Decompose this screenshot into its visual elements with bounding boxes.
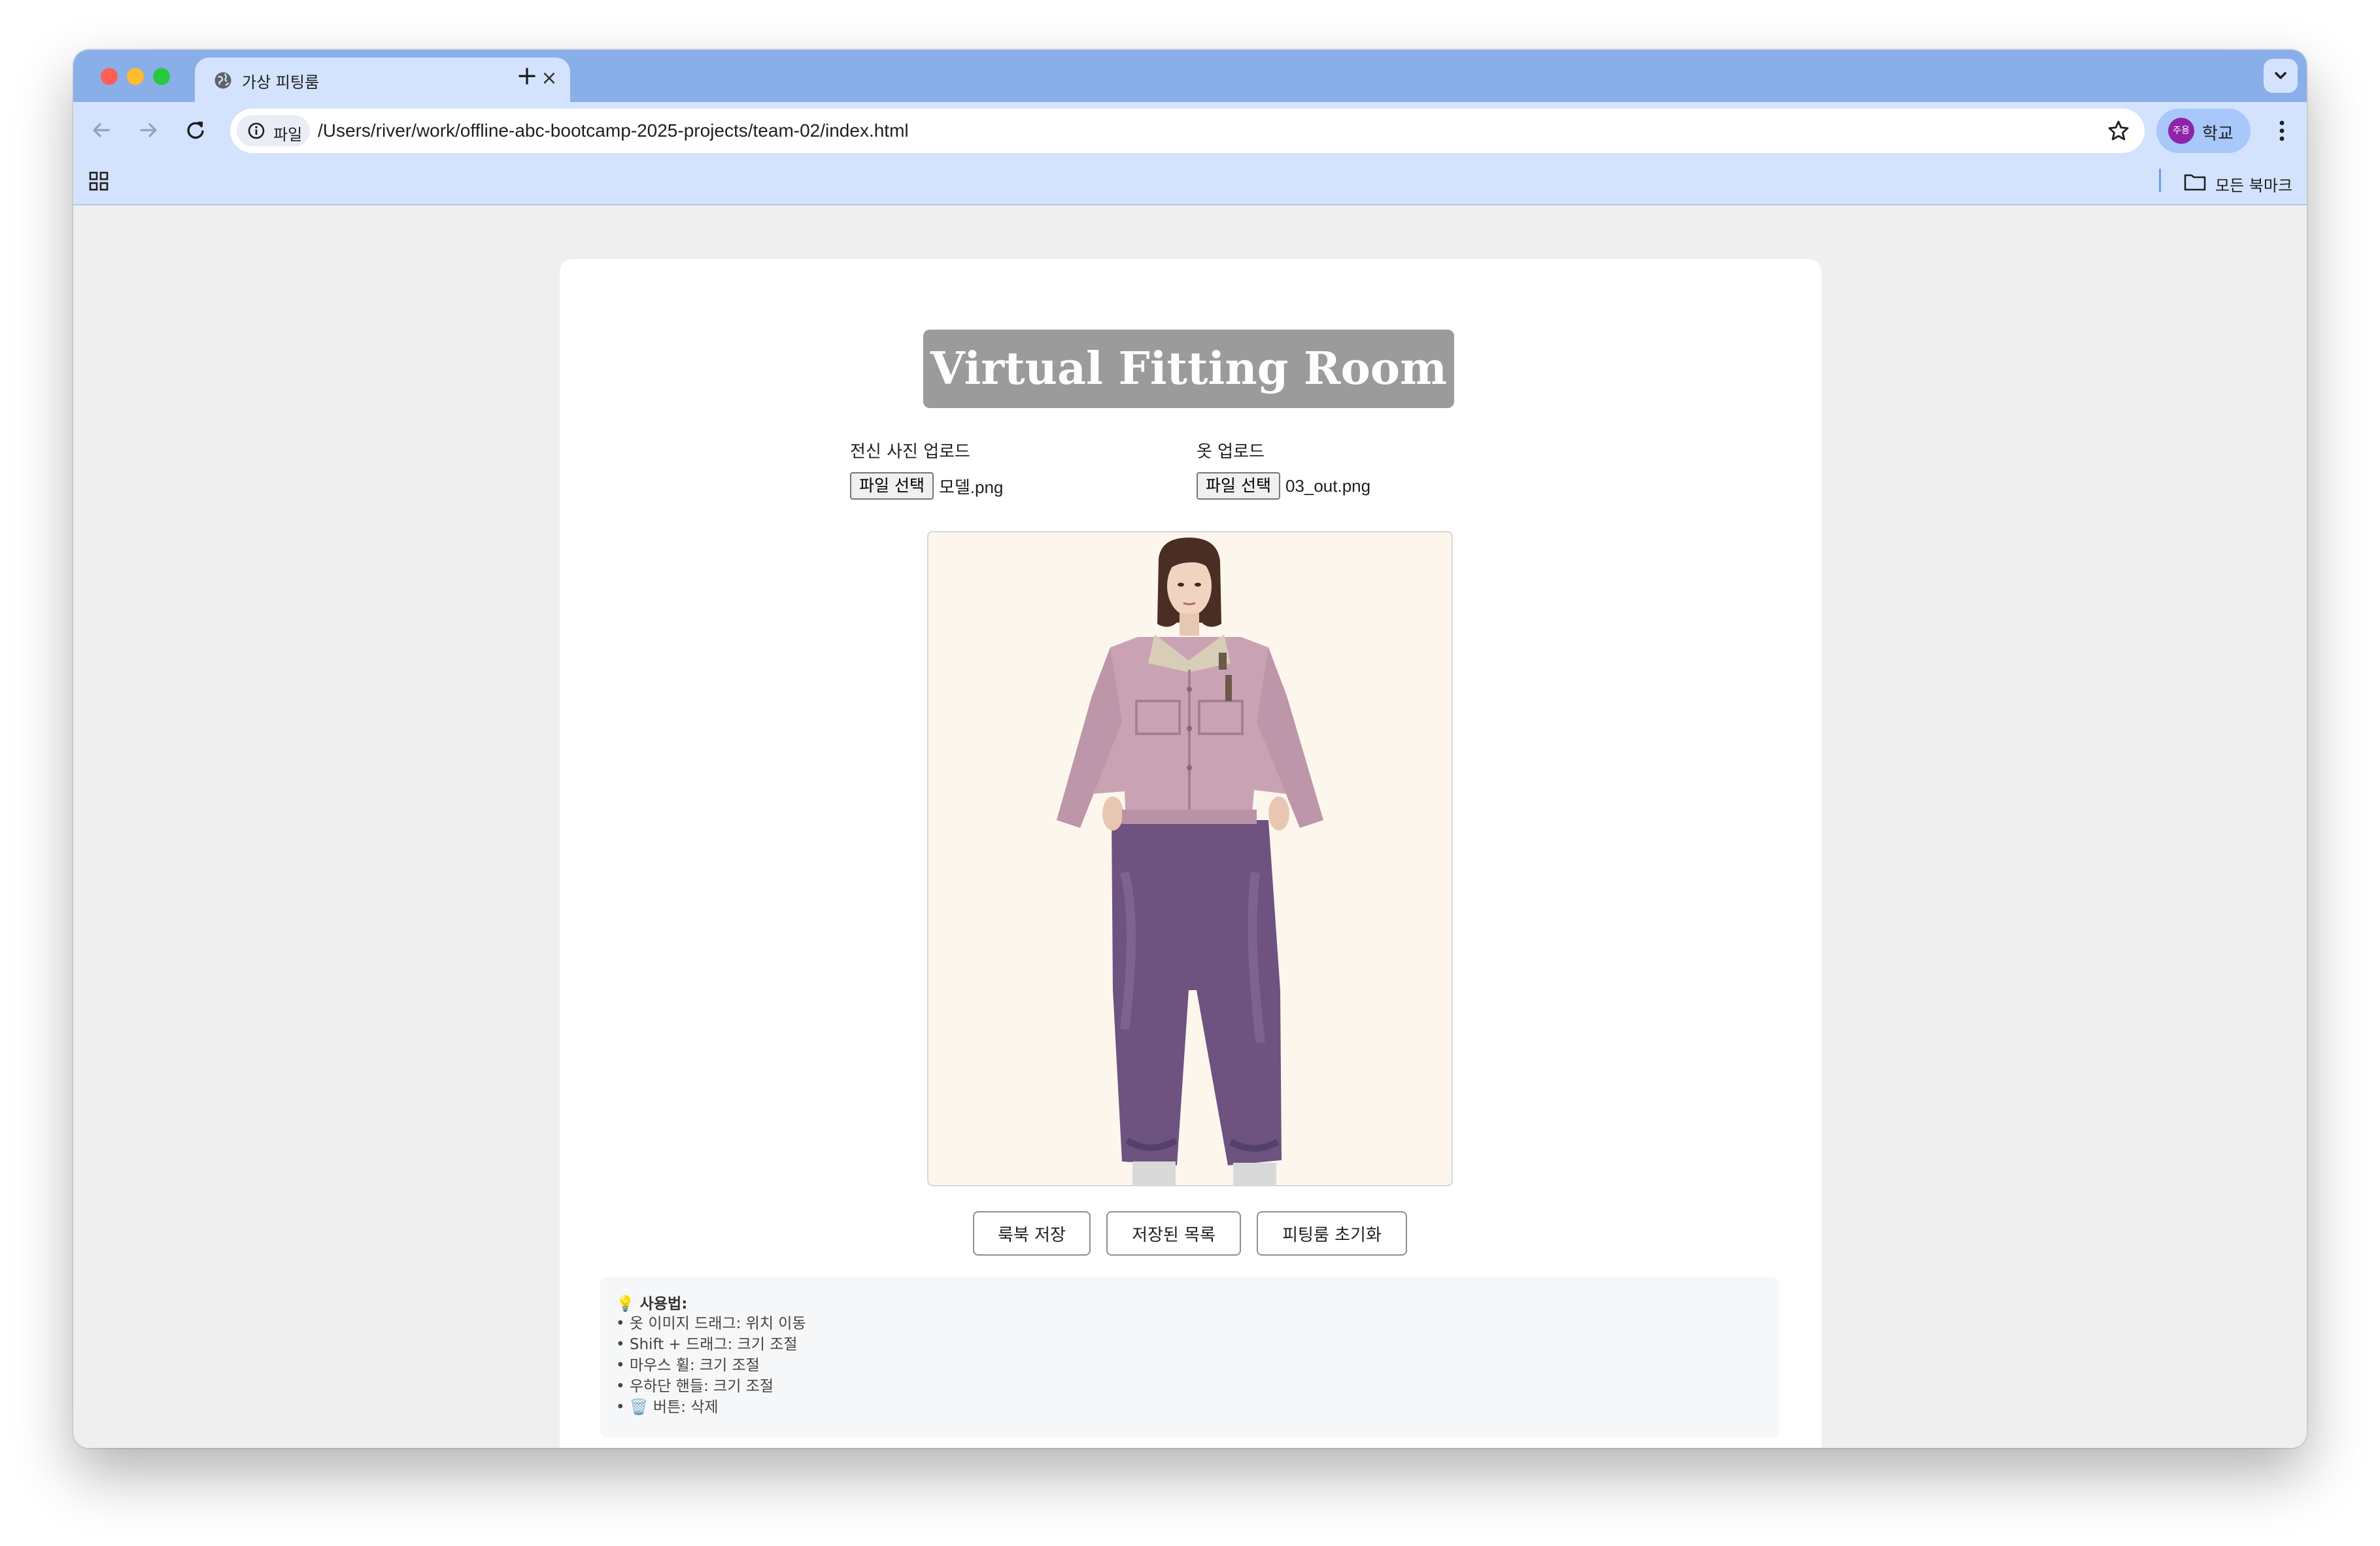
chevron-down-icon — [2275, 72, 2286, 79]
model-image — [1057, 538, 1323, 1185]
help-line: • 우하단 핸들: 크기 조절 — [616, 1378, 774, 1395]
url-text[interactable]: /Users/river/work/offline-abc-bootcamp-2… — [318, 120, 909, 141]
model-file-button[interactable]: 파일 선택 — [850, 472, 934, 500]
all-bookmarks-label: 모든 북마크 — [2215, 177, 2293, 195]
page-title: Virtual Fitting Room — [930, 343, 1448, 395]
info-icon — [248, 122, 265, 139]
folder-icon — [2184, 174, 2206, 191]
cloth-file-button[interactable]: 파일 선택 — [1197, 472, 1280, 500]
fitting-room-card: Virtual Fitting Room 전신 사진 업로드 파일 선택 모델.… — [560, 259, 1822, 1448]
help-line: • 🗑️ 버튼: 삭제 — [616, 1399, 719, 1416]
model-file-name: 모델.png — [938, 477, 1004, 497]
more-vertical-icon[interactable] — [2269, 116, 2295, 145]
page-viewport: Virtual Fitting Room 전신 사진 업로드 파일 선택 모델.… — [73, 207, 2307, 1448]
bookmarks-separator — [2159, 169, 2161, 192]
save-lookbook-button[interactable]: 룩북 저장 — [973, 1211, 1091, 1256]
cloth-file-name: 03_out.png — [1285, 475, 1371, 496]
toolbar: 파일 /Users/river/work/offline-abc-bootcam… — [73, 102, 2307, 158]
cloth-upload-label: 옷 업로드 — [1197, 442, 1265, 462]
reload-icon[interactable] — [180, 115, 211, 145]
reset-fitting-room-button[interactable]: 피팅룸 초기화 — [1257, 1211, 1407, 1256]
avatar: 주용 — [2168, 118, 2194, 144]
bookmark-star-icon[interactable] — [2105, 118, 2132, 144]
tab-search-button[interactable] — [2264, 59, 2298, 93]
usage-help-panel: 💡 사용법: • 옷 이미지 드래그: 위치 이동 • Shift + 드래그:… — [600, 1277, 1778, 1437]
help-title: 💡 사용법: — [616, 1296, 688, 1313]
apps-grid-icon[interactable] — [88, 170, 110, 192]
help-line: • 옷 이미지 드래그: 위치 이동 — [616, 1315, 806, 1332]
cloth-upload: 옷 업로드 파일 선택 03_out.png — [1197, 438, 1471, 500]
fitting-stage — [927, 531, 1453, 1186]
help-line: • 마우스 휠: 크기 조절 — [616, 1357, 760, 1374]
tab-strip: 가상 피팅룸 × + — [73, 50, 2307, 102]
all-bookmarks-button[interactable]: 모든 북마크 — [2183, 169, 2292, 195]
minimize-window-button[interactable] — [127, 68, 144, 85]
model-upload: 전신 사진 업로드 파일 선택 모델.png — [850, 438, 1125, 500]
bookmarks-bar: 모든 북마크 — [73, 158, 2307, 205]
address-bar[interactable]: 파일 /Users/river/work/offline-abc-bootcam… — [230, 109, 2145, 153]
close-window-button[interactable] — [101, 68, 118, 85]
new-tab-button[interactable]: + — [513, 61, 541, 90]
tab-title: 가상 피팅룸 — [242, 73, 320, 92]
forward-arrow-icon[interactable] — [133, 115, 163, 145]
page-title-box: Virtual Fitting Room — [923, 330, 1454, 408]
back-arrow-icon[interactable] — [86, 115, 116, 145]
zoom-window-button[interactable] — [153, 68, 170, 85]
site-chip-label: 파일 — [273, 126, 303, 144]
profile-label: 학교 — [2202, 124, 2234, 144]
saved-list-button[interactable]: 저장된 목록 — [1106, 1211, 1241, 1256]
site-info-chip[interactable]: 파일 — [237, 115, 310, 146]
profile-button[interactable]: 주용 학교 — [2156, 109, 2251, 153]
help-line: • Shift + 드래그: 크기 조절 — [616, 1336, 798, 1353]
model-upload-label: 전신 사진 업로드 — [850, 442, 970, 462]
browser-window: 가상 피팅룸 × + 파일 /Users/river/work/offline-… — [73, 50, 2307, 1448]
globe-icon — [214, 72, 231, 89]
action-buttons: 룩북 저장 저장된 목록 피팅룸 초기화 — [560, 1211, 1822, 1257]
